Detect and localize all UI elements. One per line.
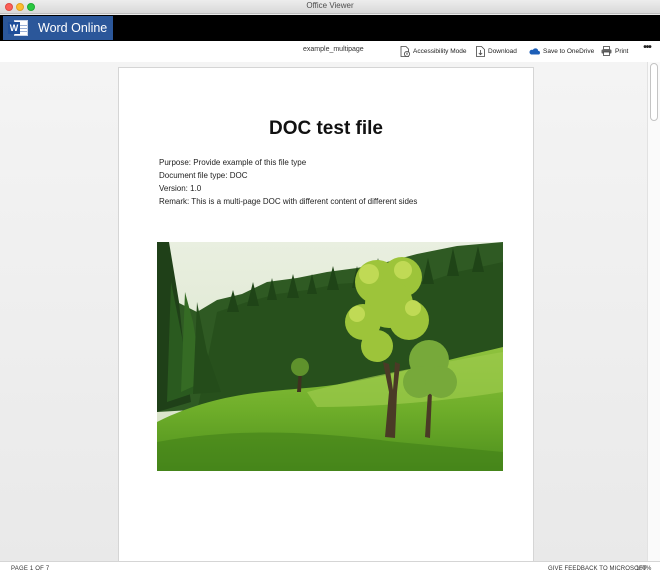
window-title: Office Viewer bbox=[306, 1, 354, 10]
more-options-button[interactable]: ••• bbox=[640, 43, 654, 56]
status-bar: PAGE 1 OF 7 GIVE FEEDBACK TO MICROSOFT 1… bbox=[0, 561, 660, 577]
document-title: DOC test file bbox=[268, 118, 384, 139]
document-line: Version: 1.0 bbox=[159, 184, 202, 193]
download-label: Download bbox=[488, 47, 517, 55]
print-label: Print bbox=[615, 47, 629, 55]
accessibility-mode-label: Accessibility Mode bbox=[413, 47, 467, 55]
give-feedback-link[interactable]: GIVE FEEDBACK TO MICROSOFT bbox=[548, 566, 646, 572]
scrollbar-thumb[interactable] bbox=[650, 63, 658, 121]
accessibility-mode-button[interactable]: Accessibility Mode bbox=[400, 44, 466, 58]
word-online-home-button[interactable]: W Word Online bbox=[3, 16, 113, 40]
document-canvas[interactable]: DOC test file Purpose: Provide example o… bbox=[0, 62, 647, 561]
download-icon bbox=[476, 45, 485, 57]
document-line: Purpose: Provide example of this file ty… bbox=[159, 158, 307, 167]
onedrive-cloud-icon bbox=[529, 48, 540, 55]
window-title-bar: Office Viewer bbox=[0, 0, 660, 14]
accessibility-icon bbox=[400, 45, 410, 57]
document-line: Remark: This is a multi-page DOC with di… bbox=[159, 197, 418, 206]
app-bar: W Word Online bbox=[0, 15, 660, 41]
document-name: example_multipage bbox=[303, 46, 364, 53]
document-page: DOC test file Purpose: Provide example o… bbox=[118, 67, 534, 561]
document-line: Document file type: DOC bbox=[159, 171, 248, 180]
page-count: PAGE 1 OF 7 bbox=[11, 566, 50, 572]
save-to-onedrive-button[interactable]: Save to OneDrive bbox=[528, 44, 594, 58]
zoom-level[interactable]: 100% bbox=[636, 566, 651, 572]
vertical-scrollbar[interactable] bbox=[647, 62, 660, 561]
word-logo-icon: W bbox=[8, 19, 30, 37]
download-button[interactable]: Download bbox=[476, 44, 517, 58]
printer-icon bbox=[601, 46, 612, 56]
landscape-photo bbox=[157, 242, 503, 471]
app-name: Word Online bbox=[38, 21, 108, 35]
document-body: Purpose: Provide example of this file ty… bbox=[159, 156, 417, 208]
save-to-onedrive-label: Save to OneDrive bbox=[543, 47, 595, 55]
command-bar: example_multipage Accessibility Mode Dow… bbox=[0, 41, 660, 62]
print-button[interactable]: Print bbox=[601, 44, 628, 58]
